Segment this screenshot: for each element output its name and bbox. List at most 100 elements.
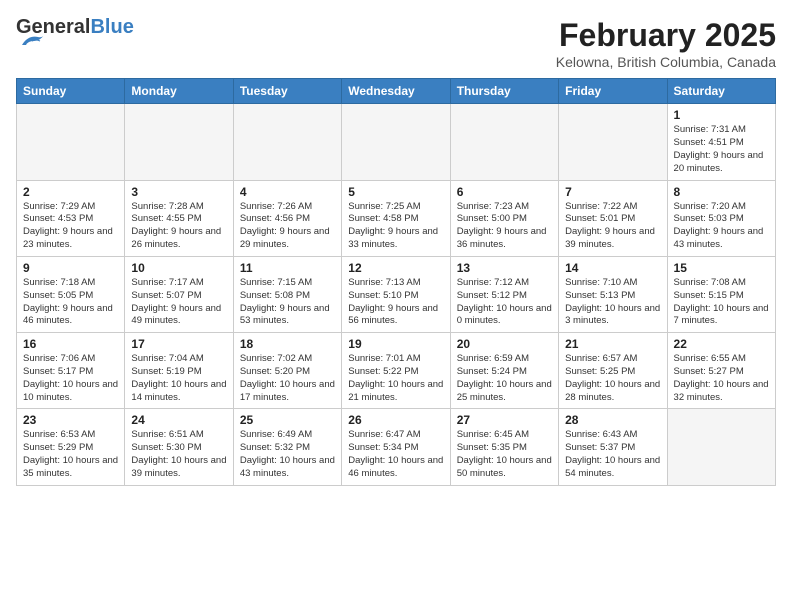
calendar-cell xyxy=(667,409,775,485)
calendar-cell: 20 Sunrise: 6:59 AM Sunset: 5:24 PM Dayli… xyxy=(450,333,558,409)
calendar-cell: 14 Sunrise: 7:10 AM Sunset: 5:13 PM Dayli… xyxy=(559,256,667,332)
calendar-cell xyxy=(233,104,341,180)
calendar-cell: 17Sunrise: 7:04 AM Sunset: 5:19 PM Dayli… xyxy=(125,333,233,409)
calendar-cell: 9 Sunrise: 7:18 AM Sunset: 5:05 PM Daylig… xyxy=(17,256,125,332)
day-number: 10 xyxy=(131,261,226,275)
weekday-header-sunday: Sunday xyxy=(17,79,125,104)
day-number: 2 xyxy=(23,185,118,199)
calendar-cell: 19 Sunrise: 7:01 AM Sunset: 5:22 PM Dayli… xyxy=(342,333,450,409)
calendar-cell: 2 Sunrise: 7:29 AM Sunset: 4:53 PM Daylig… xyxy=(17,180,125,256)
day-info: Sunrise: 7:31 AM Sunset: 4:51 PM Dayligh… xyxy=(674,124,769,175)
day-number: 24 xyxy=(131,413,226,427)
weekday-header-saturday: Saturday xyxy=(667,79,775,104)
weekday-header-row: SundayMondayTuesdayWednesdayThursdayFrid… xyxy=(17,79,776,104)
day-info: Sunrise: 7:23 AM Sunset: 5:00 PM Dayligh… xyxy=(457,201,552,252)
calendar-cell: 4 Sunrise: 7:26 AM Sunset: 4:56 PM Daylig… xyxy=(233,180,341,256)
day-number: 5 xyxy=(348,185,443,199)
day-number: 7 xyxy=(565,185,660,199)
weekday-header-wednesday: Wednesday xyxy=(342,79,450,104)
calendar-week-row: 23 Sunrise: 6:53 AM Sunset: 5:29 PM Dayli… xyxy=(17,409,776,485)
day-number: 6 xyxy=(457,185,552,199)
day-info: Sunrise: 6:51 AM Sunset: 5:30 PM Dayligh… xyxy=(131,429,226,480)
day-info: Sunrise: 7:10 AM Sunset: 5:13 PM Dayligh… xyxy=(565,277,660,328)
calendar-cell: 1 Sunrise: 7:31 AM Sunset: 4:51 PM Daylig… xyxy=(667,104,775,180)
calendar-cell: 11 Sunrise: 7:15 AM Sunset: 5:08 PM Dayli… xyxy=(233,256,341,332)
calendar-cell: 26 Sunrise: 6:47 AM Sunset: 5:34 PM Dayli… xyxy=(342,409,450,485)
day-info: Sunrise: 7:25 AM Sunset: 4:58 PM Dayligh… xyxy=(348,201,443,252)
calendar-cell: 13Sunrise: 7:12 AM Sunset: 5:12 PM Dayli… xyxy=(450,256,558,332)
logo-blue: Blue xyxy=(90,16,133,38)
day-number: 4 xyxy=(240,185,335,199)
day-number: 20 xyxy=(457,337,552,351)
day-number: 23 xyxy=(23,413,118,427)
day-number: 3 xyxy=(131,185,226,199)
day-info: Sunrise: 7:15 AM Sunset: 5:08 PM Dayligh… xyxy=(240,277,335,328)
day-info: Sunrise: 6:45 AM Sunset: 5:35 PM Dayligh… xyxy=(457,429,552,480)
weekday-header-thursday: Thursday xyxy=(450,79,558,104)
logo: GeneralBlue xyxy=(16,16,134,54)
day-number: 1 xyxy=(674,108,769,122)
day-info: Sunrise: 7:04 AM Sunset: 5:19 PM Dayligh… xyxy=(131,353,226,404)
calendar-cell: 27 Sunrise: 6:45 AM Sunset: 5:35 PM Dayli… xyxy=(450,409,558,485)
calendar-cell: 18 Sunrise: 7:02 AM Sunset: 5:20 PM Dayli… xyxy=(233,333,341,409)
calendar-table: SundayMondayTuesdayWednesdayThursdayFrid… xyxy=(16,78,776,485)
calendar-cell: 5 Sunrise: 7:25 AM Sunset: 4:58 PM Daylig… xyxy=(342,180,450,256)
day-number: 12 xyxy=(348,261,443,275)
day-info: Sunrise: 6:43 AM Sunset: 5:37 PM Dayligh… xyxy=(565,429,660,480)
day-info: Sunrise: 6:47 AM Sunset: 5:34 PM Dayligh… xyxy=(348,429,443,480)
day-number: 21 xyxy=(565,337,660,351)
day-number: 9 xyxy=(23,261,118,275)
day-number: 27 xyxy=(457,413,552,427)
calendar-cell: 16 Sunrise: 7:06 AM Sunset: 5:17 PM Dayli… xyxy=(17,333,125,409)
day-info: Sunrise: 6:49 AM Sunset: 5:32 PM Dayligh… xyxy=(240,429,335,480)
calendar-cell: 21 Sunrise: 6:57 AM Sunset: 5:25 PM Dayli… xyxy=(559,333,667,409)
day-number: 16 xyxy=(23,337,118,351)
day-number: 18 xyxy=(240,337,335,351)
day-number: 14 xyxy=(565,261,660,275)
month-title: February 2025 xyxy=(556,16,776,54)
calendar-week-row: 2 Sunrise: 7:29 AM Sunset: 4:53 PM Daylig… xyxy=(17,180,776,256)
day-info: Sunrise: 7:22 AM Sunset: 5:01 PM Dayligh… xyxy=(565,201,660,252)
calendar-cell xyxy=(17,104,125,180)
day-info: Sunrise: 7:06 AM Sunset: 5:17 PM Dayligh… xyxy=(23,353,118,404)
calendar-cell: 25Sunrise: 6:49 AM Sunset: 5:32 PM Dayli… xyxy=(233,409,341,485)
day-info: Sunrise: 7:18 AM Sunset: 5:05 PM Dayligh… xyxy=(23,277,118,328)
day-info: Sunrise: 6:53 AM Sunset: 5:29 PM Dayligh… xyxy=(23,429,118,480)
title-block: February 2025 Kelowna, British Columbia,… xyxy=(556,16,776,70)
calendar-cell: 28Sunrise: 6:43 AM Sunset: 5:37 PM Dayli… xyxy=(559,409,667,485)
location: Kelowna, British Columbia, Canada xyxy=(556,54,776,70)
weekday-header-monday: Monday xyxy=(125,79,233,104)
day-number: 11 xyxy=(240,261,335,275)
day-number: 19 xyxy=(348,337,443,351)
weekday-header-tuesday: Tuesday xyxy=(233,79,341,104)
day-info: Sunrise: 6:57 AM Sunset: 5:25 PM Dayligh… xyxy=(565,353,660,404)
day-info: Sunrise: 7:12 AM Sunset: 5:12 PM Dayligh… xyxy=(457,277,552,328)
day-number: 22 xyxy=(674,337,769,351)
page-header: GeneralBlue February 2025 Kelowna, Briti… xyxy=(16,16,776,70)
weekday-header-friday: Friday xyxy=(559,79,667,104)
calendar-cell xyxy=(125,104,233,180)
day-info: Sunrise: 7:26 AM Sunset: 4:56 PM Dayligh… xyxy=(240,201,335,252)
day-number: 26 xyxy=(348,413,443,427)
day-info: Sunrise: 7:02 AM Sunset: 5:20 PM Dayligh… xyxy=(240,353,335,404)
calendar-week-row: 1 Sunrise: 7:31 AM Sunset: 4:51 PM Daylig… xyxy=(17,104,776,180)
calendar-cell: 10 Sunrise: 7:17 AM Sunset: 5:07 PM Dayli… xyxy=(125,256,233,332)
day-info: Sunrise: 7:17 AM Sunset: 5:07 PM Dayligh… xyxy=(131,277,226,328)
day-info: Sunrise: 6:59 AM Sunset: 5:24 PM Dayligh… xyxy=(457,353,552,404)
calendar-cell xyxy=(342,104,450,180)
calendar-cell: 8 Sunrise: 7:20 AM Sunset: 5:03 PM Daylig… xyxy=(667,180,775,256)
day-number: 15 xyxy=(674,261,769,275)
day-info: Sunrise: 7:13 AM Sunset: 5:10 PM Dayligh… xyxy=(348,277,443,328)
calendar-cell: 24 Sunrise: 6:51 AM Sunset: 5:30 PM Dayli… xyxy=(125,409,233,485)
day-info: Sunrise: 7:29 AM Sunset: 4:53 PM Dayligh… xyxy=(23,201,118,252)
day-info: Sunrise: 6:55 AM Sunset: 5:27 PM Dayligh… xyxy=(674,353,769,404)
calendar-week-row: 9 Sunrise: 7:18 AM Sunset: 5:05 PM Daylig… xyxy=(17,256,776,332)
day-info: Sunrise: 7:20 AM Sunset: 5:03 PM Dayligh… xyxy=(674,201,769,252)
calendar-week-row: 16 Sunrise: 7:06 AM Sunset: 5:17 PM Dayli… xyxy=(17,333,776,409)
calendar-cell: 7 Sunrise: 7:22 AM Sunset: 5:01 PM Daylig… xyxy=(559,180,667,256)
day-number: 8 xyxy=(674,185,769,199)
calendar-cell: 12 Sunrise: 7:13 AM Sunset: 5:10 PM Dayli… xyxy=(342,256,450,332)
calendar-cell: 3Sunrise: 7:28 AM Sunset: 4:55 PM Daylig… xyxy=(125,180,233,256)
day-info: Sunrise: 7:01 AM Sunset: 5:22 PM Dayligh… xyxy=(348,353,443,404)
calendar-cell: 22 Sunrise: 6:55 AM Sunset: 5:27 PM Dayli… xyxy=(667,333,775,409)
